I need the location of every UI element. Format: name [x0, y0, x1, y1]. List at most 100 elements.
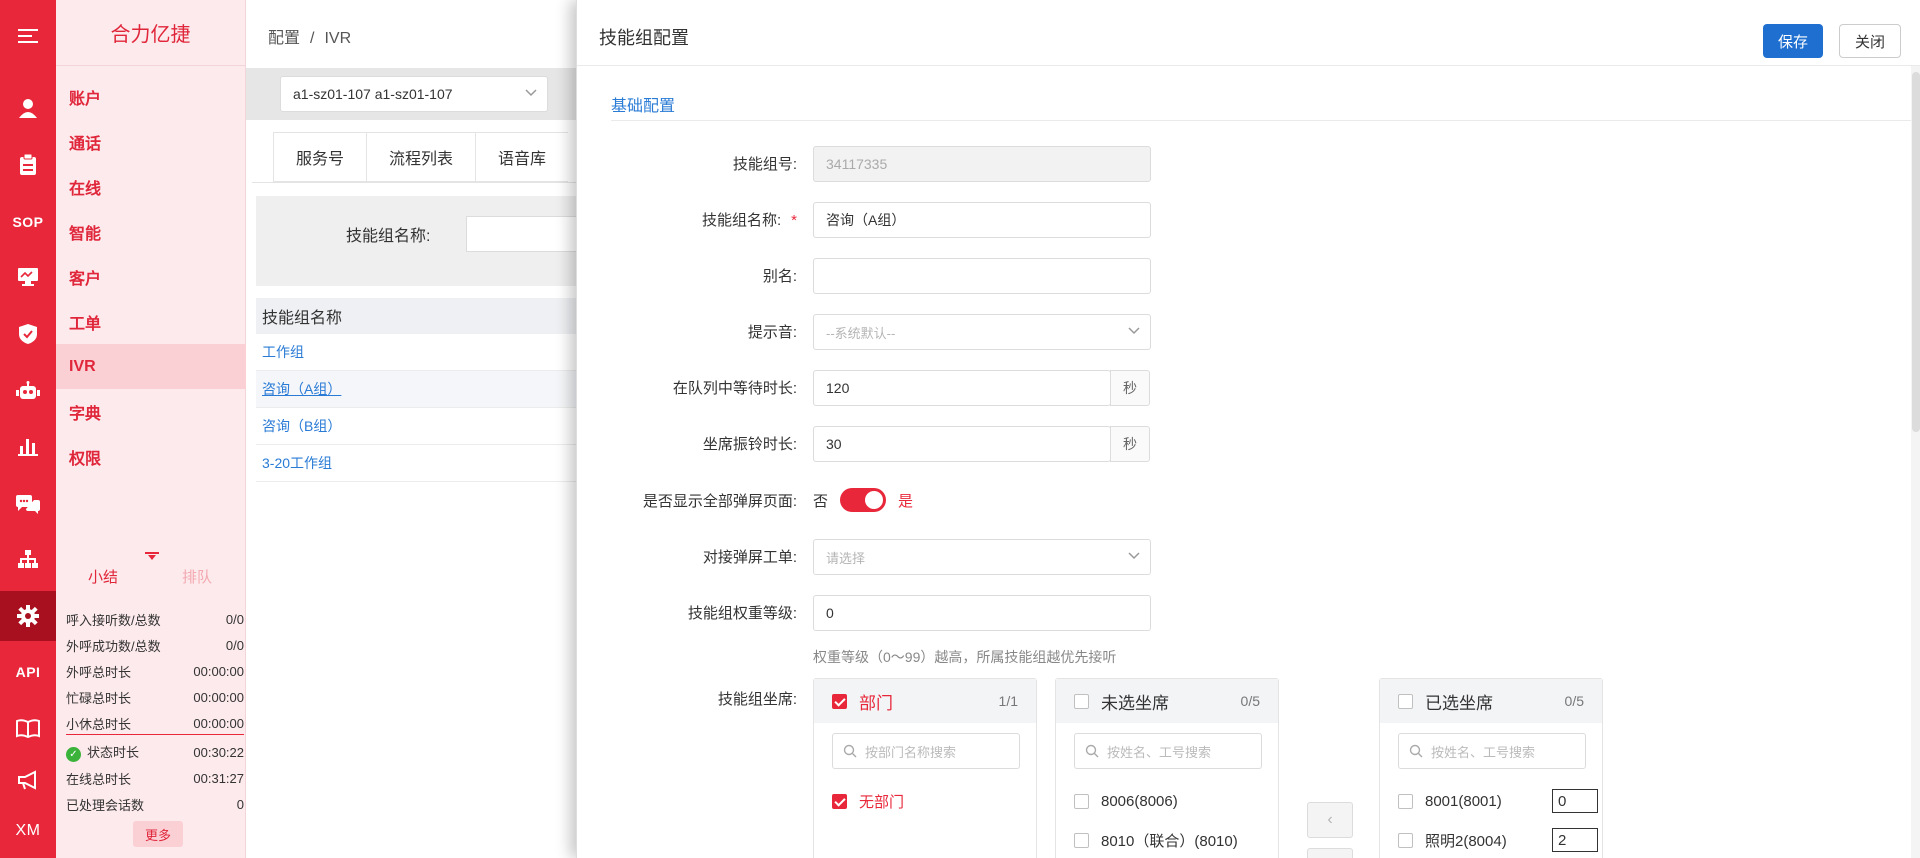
- collapse-caret-icon[interactable]: [145, 552, 159, 560]
- alias-label: 别名:: [762, 268, 797, 285]
- select-all-checkbox[interactable]: [1074, 693, 1089, 709]
- group-name-label: 技能组名称: *: [701, 212, 797, 229]
- agent-weight-input[interactable]: 0: [1552, 789, 1598, 813]
- drawer-scrollbar[interactable]: [1911, 66, 1920, 858]
- weight-field[interactable]: 0: [813, 595, 1151, 631]
- breadcrumb-root[interactable]: 配置: [268, 30, 300, 47]
- menu-item-ticket[interactable]: 工单: [56, 299, 246, 344]
- menu-item-call[interactable]: 通话: [56, 119, 246, 164]
- stat-row: 呼入接听数/总数 0/0: [66, 611, 244, 628]
- search-icon: [1409, 744, 1423, 758]
- move-left-button[interactable]: ‹: [1307, 802, 1353, 838]
- select-all-checkbox[interactable]: [832, 693, 847, 709]
- tone-select[interactable]: --系统默认--: [813, 314, 1151, 350]
- menu-item-smart[interactable]: 智能: [56, 209, 246, 254]
- unselected-search-input[interactable]: 按姓名、工号搜索: [1074, 733, 1262, 769]
- queue-wait-field[interactable]: 120: [813, 370, 1111, 406]
- menu-item-online[interactable]: 在线: [56, 164, 246, 209]
- sop-icon[interactable]: SOP: [0, 200, 56, 244]
- popup-all-label: 是否显示全部弹屏页面:: [642, 493, 797, 510]
- queue-wait-label: 在队列中等待时长:: [672, 380, 797, 397]
- list-item[interactable]: 照明2(8004): [1398, 828, 1507, 852]
- list-item[interactable]: 8006(8006): [1074, 789, 1178, 813]
- stat-row: 外呼总时长 00:00:00: [66, 663, 244, 680]
- switch-on-label: 是: [898, 492, 914, 510]
- shield-icon[interactable]: [0, 312, 56, 356]
- move-right-button[interactable]: [1307, 848, 1353, 858]
- table-row[interactable]: 3-20工作组: [256, 445, 596, 482]
- menu-item-dictionary[interactable]: 字典: [56, 389, 246, 434]
- switch-off-label: 否: [813, 492, 829, 510]
- panel-header: 已选坐席 0/5: [1380, 679, 1602, 723]
- ring-time-label: 坐席振铃时长:: [702, 436, 797, 453]
- tab-queue[interactable]: 排队: [182, 566, 212, 587]
- stat-row: 外呼成功数/总数 0/0: [66, 637, 244, 654]
- group-name-field[interactable]: 咨询（A组）: [813, 202, 1151, 238]
- clipboard-icon[interactable]: [0, 143, 56, 187]
- menu-icon[interactable]: [0, 14, 56, 58]
- tab-bar: 服务号 流程列表 语音库: [273, 132, 569, 182]
- alias-field[interactable]: [813, 258, 1151, 294]
- chevron-down-icon: [1128, 552, 1140, 560]
- menu-item-ivr[interactable]: IVR: [56, 344, 246, 389]
- close-button[interactable]: 关闭: [1839, 24, 1901, 58]
- popup-all-switch-group: 否 是: [813, 488, 913, 512]
- save-button[interactable]: 保存: [1763, 24, 1823, 58]
- item-checkbox[interactable]: [1074, 832, 1089, 848]
- org-chart-icon[interactable]: [0, 538, 56, 582]
- bar-chart-icon[interactable]: [0, 424, 56, 468]
- xm-icon[interactable]: XM: [0, 809, 56, 853]
- stats-panel: 小结 排队 呼入接听数/总数 0/0 外呼成功数/总数 0/0 外呼总时长 00:00…: [56, 548, 246, 847]
- robot-icon[interactable]: [0, 369, 56, 413]
- popup-ticket-select[interactable]: 请选择: [813, 539, 1151, 575]
- popup-ticket-label: 对接弹屏工单:: [702, 549, 797, 566]
- site-select[interactable]: a1-sz01-107 a1-sz01-107: [280, 76, 548, 112]
- breadcrumb: 配置 / IVR: [268, 30, 352, 47]
- monitor-icon[interactable]: [0, 255, 56, 299]
- stat-row: 忙碌总时长 00:00:00: [66, 689, 244, 706]
- department-search-input[interactable]: 按部门名称搜索: [832, 733, 1020, 769]
- tab-flow-list[interactable]: 流程列表: [366, 132, 476, 182]
- book-icon[interactable]: [0, 706, 56, 750]
- chevron-left-icon: ‹: [1327, 811, 1333, 828]
- list-item[interactable]: 8001(8001): [1398, 789, 1502, 813]
- item-checkbox[interactable]: [1398, 832, 1413, 848]
- chat-icon[interactable]: [0, 483, 56, 527]
- table-row[interactable]: 咨询（B组）: [256, 408, 596, 445]
- more-button[interactable]: 更多: [133, 821, 183, 847]
- stat-row: 小休总时长 00:00:00: [66, 715, 244, 732]
- selected-search-input[interactable]: 按姓名、工号搜索: [1398, 733, 1586, 769]
- section-title: 基础配置: [611, 98, 676, 115]
- skill-group-drawer: 技能组配置 保存 关闭 基础配置 技能组号: 34117335 技能组名称: * …: [576, 0, 1920, 858]
- search-icon: [1085, 744, 1099, 758]
- search-icon: [843, 744, 857, 758]
- gear-icon[interactable]: [0, 591, 56, 641]
- item-checkbox[interactable]: [1398, 793, 1413, 809]
- tab-summary[interactable]: 小结: [88, 566, 118, 587]
- list-item[interactable]: 无部门: [832, 789, 904, 813]
- menu-item-permission[interactable]: 权限: [56, 434, 246, 479]
- scroll-thumb[interactable]: [1912, 72, 1920, 432]
- menu-item-customer[interactable]: 客户: [56, 254, 246, 299]
- filter-label: 技能组名称:: [346, 228, 431, 245]
- filter-bar: 技能组名称:: [256, 196, 606, 286]
- item-checkbox[interactable]: [832, 793, 847, 809]
- user-icon[interactable]: [0, 86, 56, 130]
- tab-divider: [252, 182, 592, 183]
- select-all-checkbox[interactable]: [1398, 693, 1413, 709]
- agents-label: 技能组坐席:: [717, 691, 797, 708]
- list-item[interactable]: 8010（联合）(8010): [1074, 828, 1238, 852]
- table-row[interactable]: 工作组: [256, 334, 596, 371]
- ring-time-field[interactable]: 30: [813, 426, 1111, 462]
- stat-row: 在线总时长 00:31:27: [66, 770, 244, 787]
- item-checkbox[interactable]: [1074, 793, 1089, 809]
- menu-item-account[interactable]: 账户: [56, 74, 246, 119]
- api-icon[interactable]: API: [0, 650, 56, 694]
- megaphone-icon[interactable]: [0, 758, 56, 802]
- agent-weight-input[interactable]: 2: [1552, 828, 1598, 852]
- table-row[interactable]: 咨询（A组）: [256, 371, 596, 408]
- department-panel: 部门 1/1 按部门名称搜索 无部门: [813, 678, 1037, 858]
- popup-all-switch[interactable]: [840, 488, 887, 512]
- tab-voice-library[interactable]: 语音库: [475, 132, 569, 182]
- tab-service-number[interactable]: 服务号: [273, 132, 367, 182]
